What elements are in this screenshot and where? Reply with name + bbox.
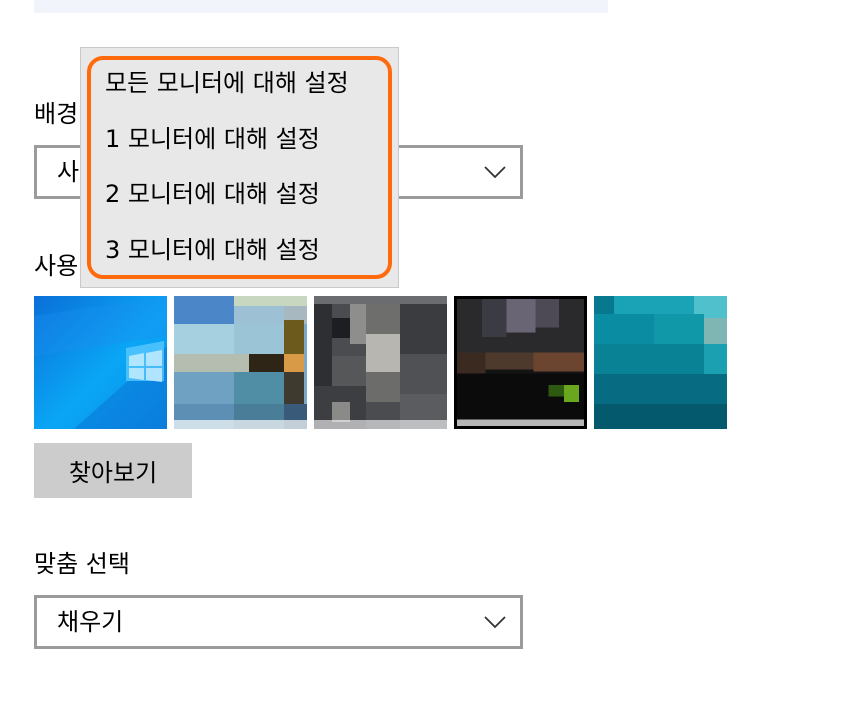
background-label: 배경 bbox=[34, 100, 79, 128]
menu-item-monitor-1[interactable]: 1 모니터에 대해 설정 bbox=[105, 124, 320, 154]
fit-select-value: 채우기 bbox=[57, 608, 124, 636]
wallpaper-thumbnail-5[interactable] bbox=[594, 296, 727, 429]
wallpaper-thumbnail-3[interactable] bbox=[314, 296, 447, 429]
menu-item-all-monitors[interactable]: 모든 모니터에 대해 설정 bbox=[105, 68, 349, 98]
background-select-value: 사 bbox=[57, 158, 80, 186]
wallpaper-thumbnail-windows[interactable] bbox=[34, 296, 167, 429]
choose-picture-label: 사용 bbox=[34, 252, 79, 280]
monitor-context-menu: 모든 모니터에 대해 설정 1 모니터에 대해 설정 2 모니터에 대해 설정 … bbox=[80, 47, 399, 288]
fit-label: 맞춤 선택 bbox=[34, 550, 130, 578]
menu-item-monitor-2[interactable]: 2 모니터에 대해 설정 bbox=[105, 179, 320, 209]
fit-select[interactable]: 채우기 bbox=[34, 595, 523, 649]
top-edge-strip bbox=[34, 0, 608, 13]
chevron-down-icon bbox=[484, 616, 506, 629]
chevron-down-icon bbox=[484, 166, 506, 179]
wallpaper-thumbnail-4-selected[interactable] bbox=[454, 296, 587, 429]
wallpaper-thumbnail-2[interactable] bbox=[174, 296, 307, 429]
browse-button[interactable]: 찾아보기 bbox=[34, 443, 192, 498]
menu-item-monitor-3[interactable]: 3 모니터에 대해 설정 bbox=[105, 235, 320, 265]
